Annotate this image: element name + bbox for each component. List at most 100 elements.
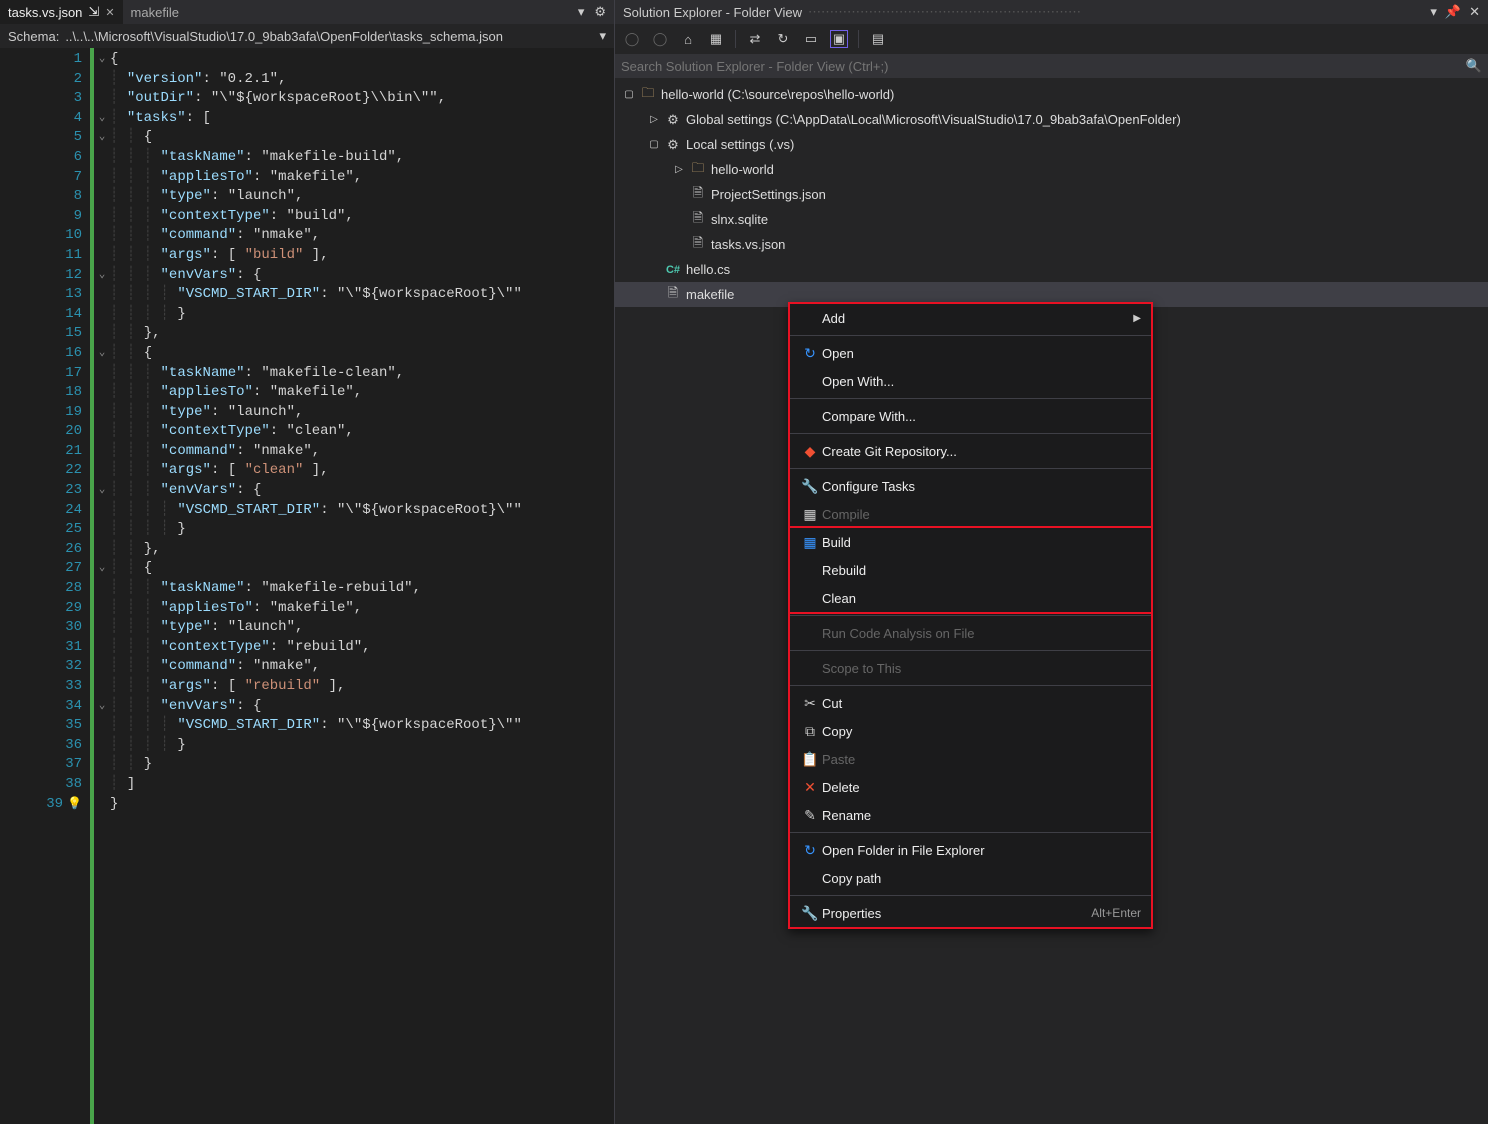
code-line[interactable]: ┊ ┊ ┊ "envVars": {: [110, 266, 614, 286]
code-line[interactable]: ┊ ┊ ┊ "contextType": "rebuild",: [110, 638, 614, 658]
chevron-down-icon[interactable]: ▾: [1430, 4, 1437, 20]
fold-marker[interactable]: [94, 168, 110, 188]
pin-icon[interactable]: ⇲: [88, 4, 99, 20]
code-line[interactable]: ┊ ┊ ┊ ┊ }: [110, 305, 614, 325]
menu-item-build[interactable]: ▦Build: [790, 528, 1151, 556]
code-line[interactable]: ┊ "version": "0.2.1",: [110, 70, 614, 90]
code-line[interactable]: ┊ ┊ },: [110, 324, 614, 344]
menu-item-open-folder-in-file-explorer[interactable]: ↻Open Folder in File Explorer: [790, 836, 1151, 864]
fold-marker[interactable]: [94, 403, 110, 423]
fold-marker[interactable]: [94, 70, 110, 90]
fold-marker[interactable]: [94, 520, 110, 540]
menu-item-cut[interactable]: ✂Cut: [790, 689, 1151, 717]
menu-item-delete[interactable]: ✕Delete: [790, 773, 1151, 801]
code-line[interactable]: ┊ ┊ ┊ "args": [ "clean" ],: [110, 461, 614, 481]
fold-marker[interactable]: [94, 383, 110, 403]
pin-icon[interactable]: 📌: [1445, 4, 1461, 20]
chevron-down-icon[interactable]: ▾: [578, 4, 585, 20]
fold-marker[interactable]: [94, 324, 110, 344]
code-line[interactable]: ┊ ┊ ┊ "taskName": "makefile-clean",: [110, 364, 614, 384]
code-line[interactable]: ┊ ┊ ┊ ┊ "VSCMD_START_DIR": "\"${workspac…: [110, 716, 614, 736]
menu-item-configure-tasks[interactable]: 🔧Configure Tasks: [790, 472, 1151, 500]
code-line[interactable]: ┊ ┊ ┊ "type": "launch",: [110, 403, 614, 423]
forward-icon[interactable]: ◯: [651, 30, 669, 48]
expand-arrow-icon[interactable]: ▢: [623, 89, 635, 100]
tree-row[interactable]: ▷⚙Global settings (C:\AppData\Local\Micr…: [615, 107, 1488, 132]
sync-icon[interactable]: ⇄: [746, 30, 764, 48]
code-line[interactable]: ┊ ┊ ┊ "type": "launch",: [110, 187, 614, 207]
fold-marker[interactable]: [94, 246, 110, 266]
tree-row[interactable]: ▢🗀hello-world (C:\source\repos\hello-wor…: [615, 82, 1488, 107]
fold-marker[interactable]: [94, 285, 110, 305]
chevron-down-icon[interactable]: ▾: [599, 28, 606, 44]
code-lines[interactable]: {┊ "version": "0.2.1",┊ "outDir": "\"${w…: [110, 48, 614, 1124]
close-icon[interactable]: ✕: [1469, 4, 1480, 20]
collapse-all-icon[interactable]: ▭: [802, 30, 820, 48]
code-line[interactable]: ┊ ┊ ┊ "command": "nmake",: [110, 657, 614, 677]
menu-item-compare-with[interactable]: Compare With...: [790, 402, 1151, 430]
code-line[interactable]: ┊ ┊ ┊ "appliesTo": "makefile",: [110, 168, 614, 188]
code-line[interactable]: ┊ ┊ ┊ "contextType": "clean",: [110, 422, 614, 442]
fold-marker[interactable]: [94, 579, 110, 599]
code-line[interactable]: ┊ ┊ ┊ "envVars": {: [110, 697, 614, 717]
fold-marker[interactable]: [94, 795, 110, 815]
switch-views-icon[interactable]: ▦: [707, 30, 725, 48]
code-line[interactable]: ┊ ┊ ┊ ┊ }: [110, 520, 614, 540]
fold-marker[interactable]: [94, 187, 110, 207]
tree-row[interactable]: ▷🗀hello-world: [615, 157, 1488, 182]
tree-row[interactable]: 🗎ProjectSettings.json: [615, 182, 1488, 207]
code-line[interactable]: ┊ ┊ ┊ ┊ "VSCMD_START_DIR": "\"${workspac…: [110, 501, 614, 521]
fold-marker[interactable]: [94, 618, 110, 638]
code-line[interactable]: ┊ ┊ ┊ "command": "nmake",: [110, 442, 614, 462]
fold-marker[interactable]: [94, 638, 110, 658]
code-line[interactable]: ┊ ┊ ┊ "envVars": {: [110, 481, 614, 501]
menu-item-create-git-repository[interactable]: ◆Create Git Repository...: [790, 437, 1151, 465]
fold-marker[interactable]: [94, 775, 110, 795]
code-line[interactable]: ┊ ┊ ┊ "taskName": "makefile-rebuild",: [110, 579, 614, 599]
code-line[interactable]: ┊ ┊ ┊ "type": "launch",: [110, 618, 614, 638]
code-line[interactable]: ┊ ┊ },: [110, 540, 614, 560]
code-line[interactable]: ┊ ┊ {: [110, 344, 614, 364]
search-input[interactable]: [621, 59, 1466, 74]
fold-marker[interactable]: [94, 716, 110, 736]
fold-marker[interactable]: ⌄: [94, 128, 110, 148]
fold-marker[interactable]: [94, 422, 110, 442]
fold-marker[interactable]: ⌄: [94, 559, 110, 579]
menu-item-copy[interactable]: ⧉Copy: [790, 717, 1151, 745]
tree-row[interactable]: C#hello.cs: [615, 257, 1488, 282]
fold-marker[interactable]: [94, 442, 110, 462]
properties-icon[interactable]: ▤: [869, 30, 887, 48]
menu-item-rename[interactable]: ✎Rename: [790, 801, 1151, 829]
code-line[interactable]: ┊ ┊ ┊ "contextType": "build",: [110, 207, 614, 227]
code-line[interactable]: ┊ ┊ ┊ "args": [ "build" ],: [110, 246, 614, 266]
schema-value[interactable]: ..\..\..\Microsoft\VisualStudio\17.0_9ba…: [65, 29, 593, 44]
menu-item-copy-path[interactable]: Copy path: [790, 864, 1151, 892]
code-line[interactable]: ┊ ]: [110, 775, 614, 795]
fold-marker[interactable]: [94, 677, 110, 697]
code-line[interactable]: ┊ ┊ ┊ "args": [ "rebuild" ],: [110, 677, 614, 697]
code-line[interactable]: ┊ ┊ ┊ "taskName": "makefile-build",: [110, 148, 614, 168]
menu-item-open-with[interactable]: Open With...: [790, 367, 1151, 395]
code-line[interactable]: ┊ "outDir": "\"${workspaceRoot}\\bin\"",: [110, 89, 614, 109]
code-area[interactable]: 1234567891011121314151617181920212223242…: [0, 48, 614, 1124]
tree-row[interactable]: 🗎tasks.vs.json: [615, 232, 1488, 257]
close-icon[interactable]: ✕: [105, 6, 114, 19]
tree-row[interactable]: ▢⚙Local settings (.vs): [615, 132, 1488, 157]
expand-arrow-icon[interactable]: ▷: [648, 114, 660, 125]
tab-makefile[interactable]: makefile: [123, 0, 187, 24]
menu-item-add[interactable]: Add▶: [790, 304, 1151, 332]
home-icon[interactable]: ⌂: [679, 30, 697, 48]
fold-marker[interactable]: [94, 226, 110, 246]
fold-marker[interactable]: ⌄: [94, 109, 110, 129]
code-line[interactable]: {: [110, 50, 614, 70]
fold-marker[interactable]: [94, 364, 110, 384]
fold-marker[interactable]: ⌄: [94, 481, 110, 501]
menu-item-rebuild[interactable]: Rebuild: [790, 556, 1151, 584]
fold-marker[interactable]: [94, 148, 110, 168]
fold-marker[interactable]: [94, 501, 110, 521]
fold-marker[interactable]: ⌄: [94, 266, 110, 286]
menu-item-open[interactable]: ↻Open: [790, 339, 1151, 367]
menu-item-properties[interactable]: 🔧PropertiesAlt+Enter: [790, 899, 1151, 927]
tree-row[interactable]: 🗎slnx.sqlite: [615, 207, 1488, 232]
code-line[interactable]: ┊ "tasks": [: [110, 109, 614, 129]
